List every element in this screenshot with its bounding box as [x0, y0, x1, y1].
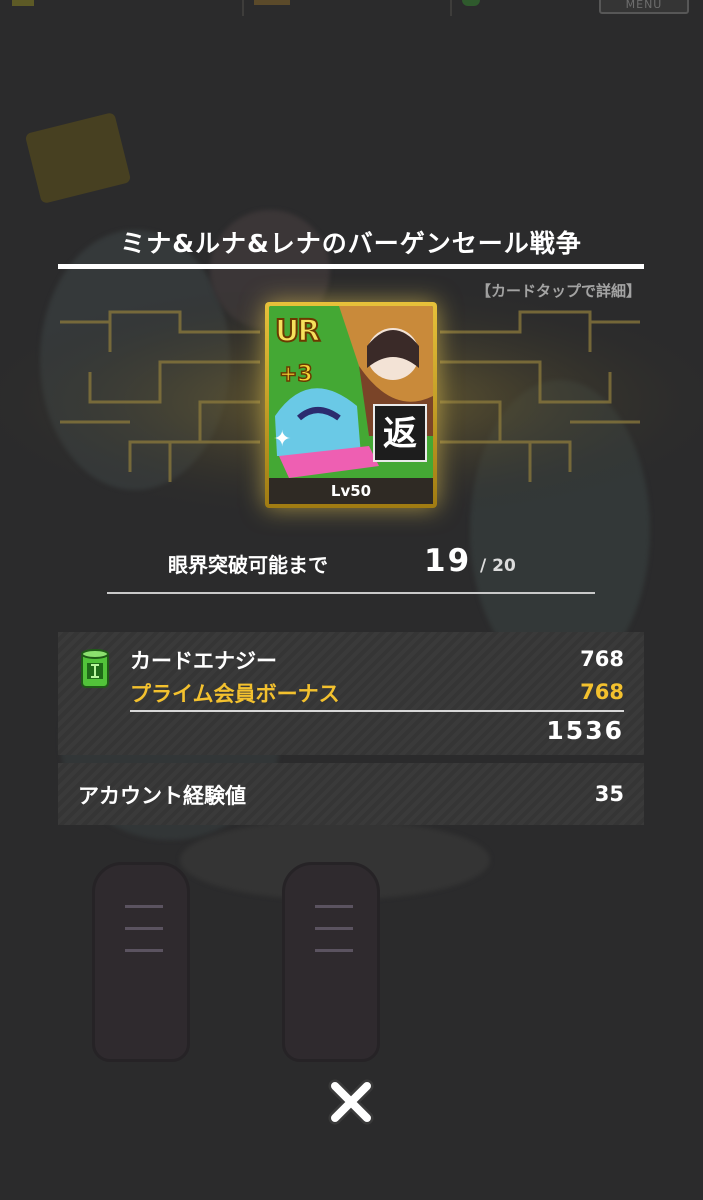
close-button[interactable] [321, 1072, 381, 1132]
plus-level: +3 [278, 361, 313, 388]
card-energy-value: 768 [580, 647, 624, 671]
card-energy-panel: カードエナジー 768 プライム会員ボーナス 768 1536 [58, 632, 644, 755]
account-exp-label: アカウント経験値 [78, 784, 246, 808]
limit-break-current: 19 [424, 543, 472, 579]
return-badge: 返 [373, 404, 427, 462]
card-level: Lv50 [269, 478, 433, 504]
limit-break-divider [107, 592, 595, 594]
limit-break-max: / 20 [480, 556, 516, 576]
rarity-label: UR [274, 313, 322, 350]
account-exp-panel: アカウント経験値 35 [58, 763, 644, 825]
energy-total: 1536 [546, 716, 624, 745]
account-exp-value: 35 [594, 782, 624, 806]
background-character-art [0, 0, 703, 1200]
prime-bonus-value: 768 [580, 680, 624, 704]
menu-button[interactable]: MENU [599, 0, 689, 14]
background-boot-left [92, 862, 190, 1062]
energy-can-icon [81, 649, 109, 688]
background-boot-right [282, 862, 380, 1062]
energy-divider [130, 710, 624, 712]
card-energy-label: カードエナジー [130, 649, 277, 673]
card-thumbnail[interactable]: UR +3 返 ✦ Lv50 [265, 302, 437, 508]
card-title: ミナ&ルナ&レナのバーゲンセール戦争 [120, 229, 582, 258]
prime-bonus-label: プライム会員ボーナス [130, 682, 340, 706]
top-status-bar: MENU [0, 0, 703, 18]
limit-break-label: 眼界突破可能まで [168, 553, 328, 577]
background-sticker [24, 111, 132, 205]
card-illustration: UR +3 返 ✦ [269, 306, 433, 478]
close-icon [328, 1079, 374, 1125]
title-underline [58, 264, 644, 269]
sparkle-icon: ✦ [273, 427, 292, 452]
card-frame: UR +3 返 ✦ Lv50 [265, 302, 437, 508]
